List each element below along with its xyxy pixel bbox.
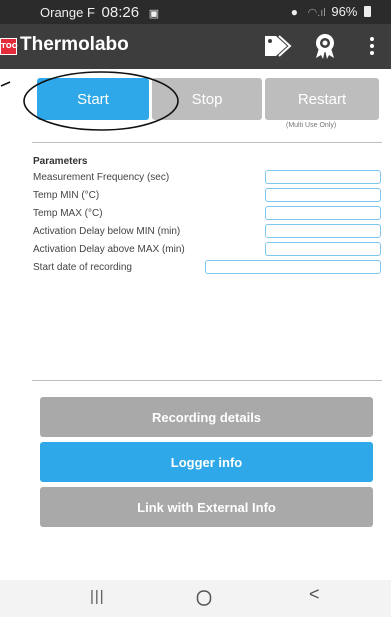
recents-icon[interactable]: ||| (90, 588, 105, 605)
start-date-input[interactable] (205, 260, 381, 274)
link-external-info-button[interactable]: Link with External Info (40, 487, 373, 527)
more-vert-icon[interactable] (364, 32, 380, 65)
stop-button[interactable]: Stop (152, 78, 262, 120)
start-button[interactable]: Start (37, 78, 149, 120)
app-title: Thermolabo (20, 34, 129, 55)
app-bar: TOO Thermolabo (0, 24, 391, 69)
tag-icon[interactable] (262, 32, 292, 65)
param-label-temp-max: Temp MAX (°C) (33, 208, 103, 219)
divider-top (32, 142, 382, 143)
param-label-start-date: Start date of recording (33, 262, 132, 273)
restart-button[interactable]: Restart (265, 78, 379, 120)
measurement-frequency-input[interactable] (265, 170, 381, 184)
back-icon[interactable]: < (309, 584, 320, 605)
param-label-delay-above: Activation Delay above MAX (min) (33, 244, 185, 255)
status-right: ● ◠.ıl 96% (291, 4, 371, 19)
param-label-delay-below: Activation Delay below MIN (min) (33, 226, 181, 237)
divider-bottom (32, 380, 382, 381)
signal-icon: ◠.ıl (307, 7, 326, 19)
battery-level: 96% (331, 4, 358, 19)
temp-max-input[interactable] (265, 206, 381, 220)
restart-note: (Multi Use Only) (286, 122, 337, 129)
delay-below-min-input[interactable] (265, 224, 381, 238)
param-label-frequency: Measurement Frequency (sec) (33, 172, 170, 183)
notification-icon: ▣ (148, 8, 160, 20)
delay-above-max-input[interactable] (265, 242, 381, 256)
location-icon: ● (290, 5, 298, 19)
award-icon[interactable] (311, 32, 339, 65)
app-logo: TOO (0, 38, 18, 55)
system-nav-bar: ||| < (0, 580, 391, 617)
status-left: Orange F 08:26 ▣ (40, 4, 159, 21)
status-bar: Orange F 08:26 ▣ ● ◠.ıl 96% (0, 0, 391, 24)
parameters-title: Parameters (33, 156, 88, 167)
logger-info-button[interactable]: Logger info (40, 442, 373, 482)
carrier-label: Orange F (40, 5, 95, 20)
battery-icon (364, 6, 371, 17)
temp-min-input[interactable] (265, 188, 381, 202)
recording-details-button[interactable]: Recording details (40, 397, 373, 437)
home-icon[interactable] (196, 589, 212, 612)
clock: 08:26 (101, 4, 140, 21)
param-label-temp-min: Temp MIN (°C) (33, 190, 100, 201)
